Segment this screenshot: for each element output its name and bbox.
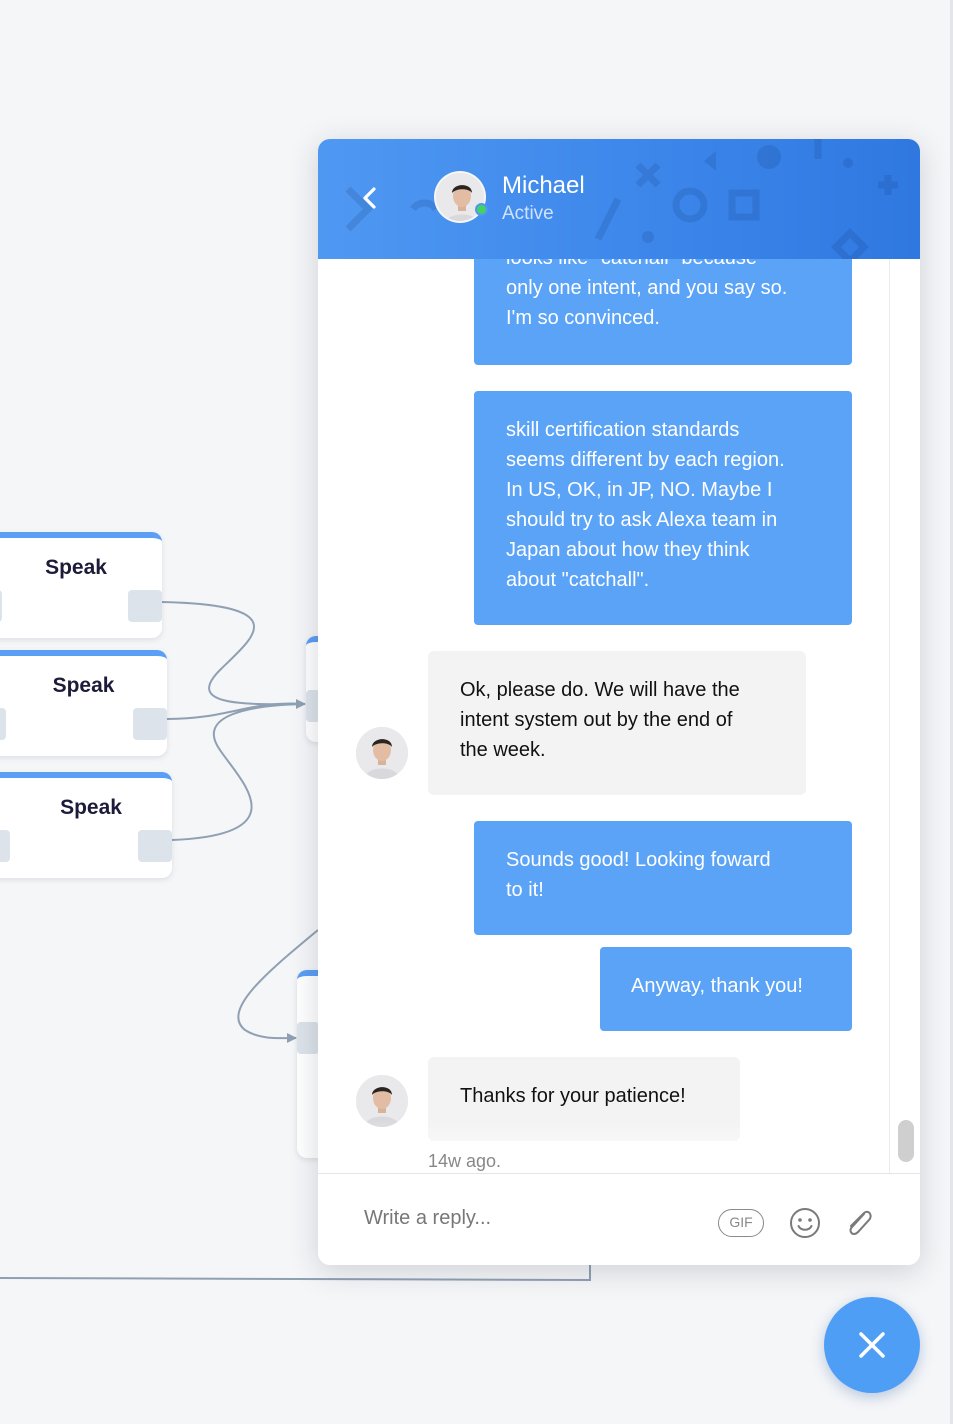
back-button[interactable]: [356, 181, 386, 215]
attach-button[interactable]: [842, 1204, 874, 1240]
close-chat-button[interactable]: [824, 1297, 920, 1393]
online-status-dot: [475, 203, 488, 216]
message-line: only one intent, and you say so.: [506, 277, 788, 299]
node-title: Speak: [52, 674, 115, 697]
message-bubble-outgoing: Anyway, thank you!: [600, 947, 852, 1031]
chevron-left-icon: [363, 187, 376, 209]
message-line: Sounds good! Looking foward: [506, 849, 771, 871]
header-pattern: [345, 139, 898, 259]
message-line: to it!: [506, 879, 544, 901]
node-input-port[interactable]: [0, 830, 10, 862]
gif-button[interactable]: GIF: [718, 1209, 764, 1237]
chat-header: Michael Active: [318, 139, 920, 259]
scrollbar-thumb[interactable]: [898, 1120, 914, 1162]
message-bubble-incoming: Thanks for your patience!: [428, 1057, 740, 1141]
message-line: should try to ask Alexa team in: [506, 509, 778, 531]
paperclip-icon: [849, 1210, 872, 1236]
message-line: Thanks for your patience!: [460, 1085, 686, 1107]
speak-node[interactable]: Speak: [0, 650, 167, 756]
contact-status: Active: [502, 203, 554, 224]
message-list[interactable]: looks like "catchall" because only one i…: [318, 259, 920, 1173]
emoji-icon: [790, 1208, 820, 1238]
chat-widget: Michael Active looks like "catchall" bec…: [318, 139, 920, 1265]
message-line: looks like "catchall" because: [506, 259, 787, 273]
avatar: [356, 1075, 408, 1127]
message-line: skill certification standards: [506, 419, 740, 441]
message-line: about "catchall".: [506, 569, 650, 591]
contact-name: Michael: [502, 172, 585, 199]
speak-node[interactable]: Speak: [0, 772, 172, 878]
message-line: seems different by each region.: [506, 449, 785, 471]
node-title: Speak: [45, 556, 107, 579]
message-line: Japan about how they think: [506, 539, 750, 561]
node-output-port[interactable]: [133, 708, 167, 740]
message-line: Anyway, thank you!: [631, 975, 803, 997]
scrollbar-track[interactable]: [889, 259, 890, 1173]
message-line: I'm so convinced.: [506, 307, 660, 329]
avatar: [356, 727, 408, 779]
message-line: Ok, please do. We will have the: [460, 679, 740, 701]
node-input-port[interactable]: [0, 590, 2, 622]
reply-composer: GIF: [318, 1173, 920, 1265]
message-bubble-incoming: Ok, please do. We will have the intent s…: [428, 651, 806, 795]
message-line: In US, OK, in JP, NO. Maybe I: [506, 479, 773, 501]
node-output-port[interactable]: [128, 590, 162, 622]
message-line: intent system out by the end of: [460, 709, 733, 731]
message-bubble-outgoing: skill certification standards seems diff…: [474, 391, 852, 625]
message-bubble-outgoing: looks like "catchall" because only one i…: [474, 259, 852, 365]
speak-node[interactable]: Speak: [0, 532, 162, 638]
emoji-button[interactable]: [788, 1206, 822, 1240]
message-timestamp: 14w ago.: [428, 1151, 502, 1171]
message-line: the week.: [460, 739, 546, 761]
node-input-port[interactable]: [0, 708, 6, 740]
close-icon: [859, 1332, 885, 1358]
node-title: Speak: [60, 796, 122, 819]
message-bubble-outgoing: Sounds good! Looking foward to it!: [474, 821, 852, 935]
node-input-port[interactable]: [297, 1022, 319, 1054]
reply-input[interactable]: [364, 1200, 704, 1236]
node-output-port[interactable]: [138, 830, 172, 862]
